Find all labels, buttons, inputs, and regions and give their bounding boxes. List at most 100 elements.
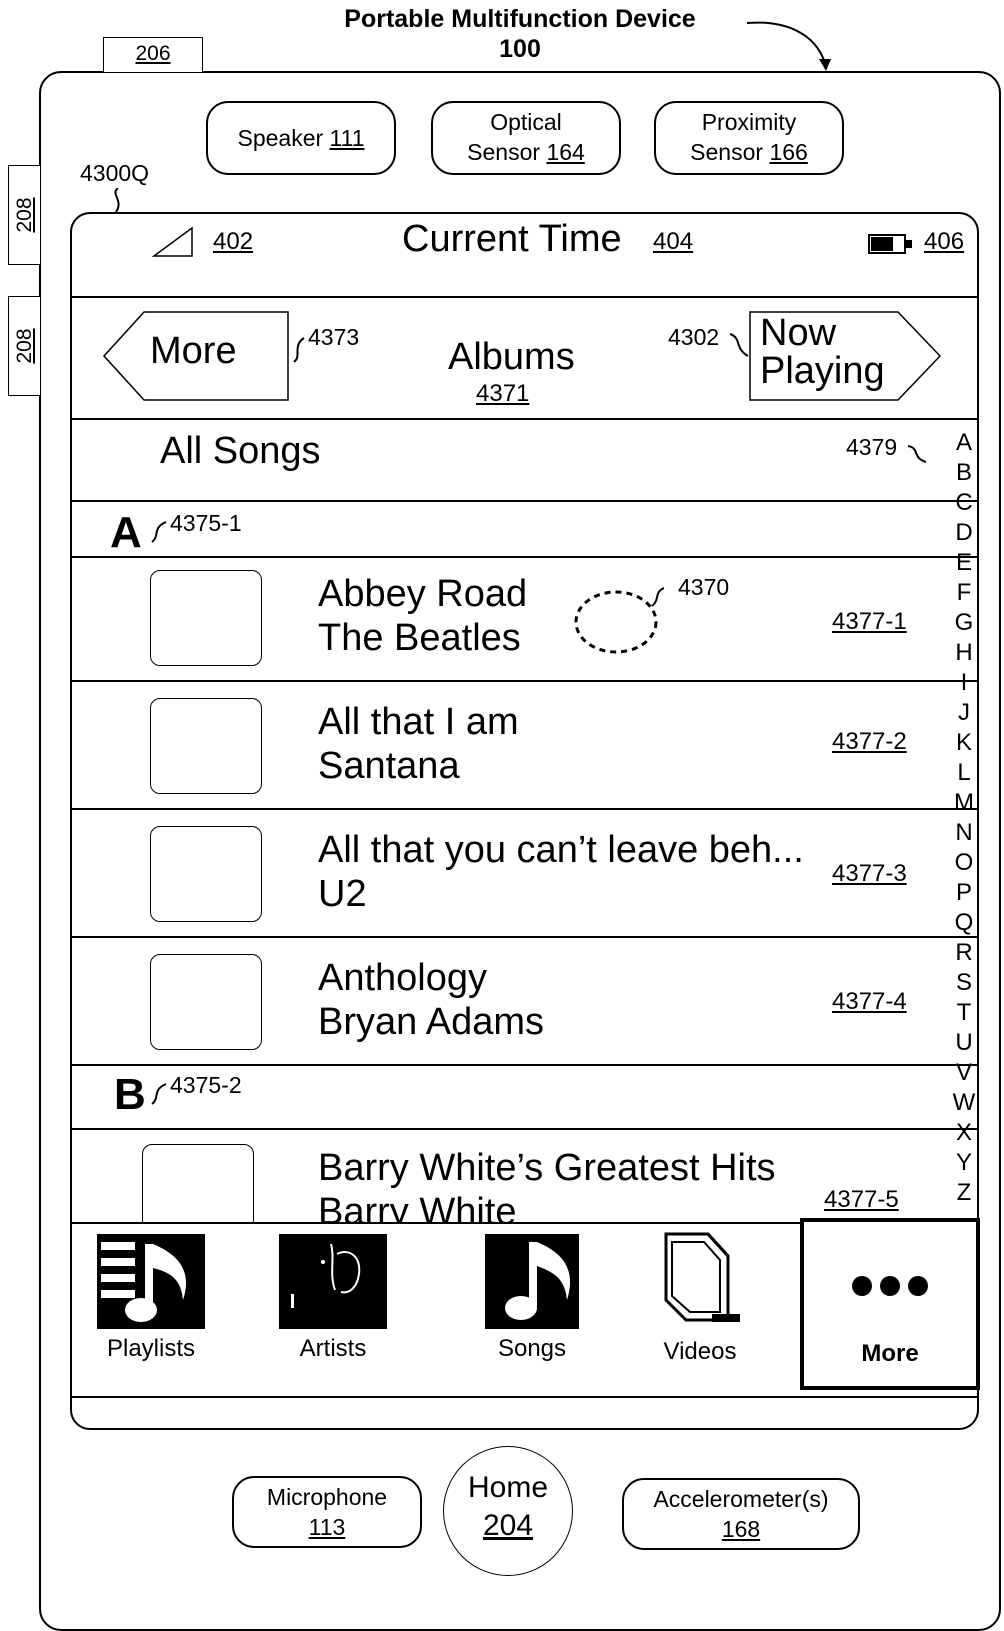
time-ref: 404 xyxy=(653,228,694,255)
index-letter[interactable]: R xyxy=(950,938,978,968)
home-indicator-area xyxy=(72,1394,977,1428)
album-art xyxy=(150,826,262,922)
device-title: Portable Multifunction Device 100 xyxy=(300,4,740,64)
home-number: 204 xyxy=(482,1509,534,1542)
home-button[interactable]: Home 204 xyxy=(443,1446,573,1576)
section-a-leader xyxy=(151,521,167,543)
tab-label: More xyxy=(861,1340,919,1367)
album-artist: Santana xyxy=(318,745,460,787)
index-letter[interactable]: G xyxy=(950,608,978,638)
row-divider xyxy=(72,1064,977,1066)
album-row-1[interactable]: Abbey Road The Beatles xyxy=(318,572,527,660)
index-ref: 4379 xyxy=(846,434,898,460)
index-letter[interactable]: X xyxy=(950,1118,978,1148)
index-ref-leader xyxy=(907,445,927,463)
album-row-2[interactable]: All that I am Santana xyxy=(318,700,519,788)
touch-contact-indicator xyxy=(574,587,664,654)
index-letter[interactable]: O xyxy=(950,848,978,878)
screen-ref-leader xyxy=(114,188,120,213)
index-letter[interactable]: A xyxy=(950,428,978,458)
all-songs-row[interactable]: All Songs xyxy=(160,430,321,473)
section-b-leader xyxy=(151,1083,167,1105)
index-letter[interactable]: H xyxy=(950,638,978,668)
back-ref: 4373 xyxy=(308,324,360,350)
index-letter[interactable]: U xyxy=(950,1028,978,1058)
album-row-ref: 4377-4 xyxy=(832,988,907,1015)
tab-playlists[interactable]: Playlists xyxy=(90,1234,212,1363)
speaker-number: 111 xyxy=(329,125,365,151)
accelerometer-number: 168 xyxy=(721,1516,761,1542)
side-button-left-b[interactable]: 208 xyxy=(8,296,40,396)
tab-label: Artists xyxy=(299,1335,367,1362)
album-art xyxy=(150,698,262,794)
index-letter[interactable]: J xyxy=(950,698,978,728)
index-letter[interactable]: Q xyxy=(950,908,978,938)
tab-songs[interactable]: Songs xyxy=(472,1234,592,1363)
index-letter[interactable]: N xyxy=(950,818,978,848)
index-letter[interactable]: M xyxy=(950,788,978,818)
status-bar: 402 Current Time 404 406 xyxy=(72,214,977,296)
speaker-label: Speaker xyxy=(237,125,324,151)
device-title-text: Portable Multifunction Device xyxy=(344,5,696,33)
optical-sensor-label-2: Sensor xyxy=(467,139,541,165)
album-artist: Bryan Adams xyxy=(318,1001,544,1043)
optical-sensor-box: Optical Sensor 164 xyxy=(431,101,621,175)
index-letter[interactable]: V xyxy=(950,1058,978,1088)
index-letter[interactable]: T xyxy=(950,998,978,1028)
speaker-box: Speaker 111 xyxy=(206,101,396,175)
back-button-label[interactable]: More xyxy=(150,330,237,373)
back-ref-leader xyxy=(293,337,305,363)
section-a-ref: 4375-1 xyxy=(170,510,242,536)
accelerometer-label: Accelerometer(s) xyxy=(653,1486,829,1512)
tab-videos[interactable]: Videos xyxy=(640,1228,760,1366)
nav-bar: More 4373 Albums 4371 4302 Now Playing xyxy=(72,296,977,418)
index-letter[interactable]: Y xyxy=(950,1148,978,1178)
index-letter[interactable]: W xyxy=(950,1088,978,1118)
album-artist: The Beatles xyxy=(318,617,521,659)
index-letter[interactable]: P xyxy=(950,878,978,908)
proximity-sensor-label-2: Sensor xyxy=(690,139,764,165)
index-letter[interactable]: F xyxy=(950,578,978,608)
forward-ref: 4302 xyxy=(668,324,720,350)
album-row-4[interactable]: Anthology Bryan Adams xyxy=(318,956,544,1044)
microphone-box: Microphone 113 xyxy=(232,1476,422,1548)
home-label: Home xyxy=(467,1471,549,1504)
music-note-icon xyxy=(485,1234,579,1329)
battery-icon xyxy=(868,234,912,254)
index-letter[interactable]: E xyxy=(950,548,978,578)
album-row-3[interactable]: All that you can’t leave beh... U2 xyxy=(318,828,804,916)
proximity-sensor-label: Proximity xyxy=(701,109,797,135)
nav-title: Albums xyxy=(448,336,575,378)
now-playing-button-label[interactable]: Now Playing xyxy=(760,314,885,390)
side-button-top[interactable]: 206 xyxy=(103,37,203,72)
row-divider xyxy=(72,808,977,810)
index-letter[interactable]: D xyxy=(950,518,978,548)
signal-ref: 402 xyxy=(213,228,254,255)
index-letter[interactable]: Z xyxy=(950,1178,978,1208)
index-letter[interactable]: B xyxy=(950,458,978,488)
contact-ref: 4370 xyxy=(678,574,730,600)
side-button-left-a[interactable]: 208 xyxy=(8,165,40,265)
row-divider xyxy=(72,936,977,938)
section-b-ref: 4375-2 xyxy=(170,1072,242,1098)
current-time: Current Time xyxy=(402,218,622,260)
album-row-5[interactable]: Barry White’s Greatest Hits Barry White xyxy=(318,1146,776,1234)
section-b-divider xyxy=(72,1128,977,1130)
section-header-b: B xyxy=(114,1070,146,1119)
more-dots-icon xyxy=(804,1274,976,1303)
now-playing-label-1: Now xyxy=(760,312,837,354)
index-letter[interactable]: K xyxy=(950,728,978,758)
index-letter[interactable]: L xyxy=(950,758,978,788)
row-divider xyxy=(72,680,977,682)
index-letter[interactable]: I xyxy=(950,668,978,698)
album-row-ref: 4377-3 xyxy=(832,860,907,887)
album-row-ref: 4377-5 xyxy=(824,1186,899,1213)
device-ref-arrow xyxy=(746,21,831,71)
index-letter[interactable]: S xyxy=(950,968,978,998)
proximity-sensor-number: 166 xyxy=(769,139,808,165)
now-playing-label-2: Playing xyxy=(760,350,885,392)
index-letter[interactable]: C xyxy=(950,488,978,518)
album-artist: U2 xyxy=(318,873,367,915)
tab-artists[interactable]: Artists xyxy=(272,1234,394,1363)
tab-more[interactable]: More xyxy=(800,1218,980,1390)
